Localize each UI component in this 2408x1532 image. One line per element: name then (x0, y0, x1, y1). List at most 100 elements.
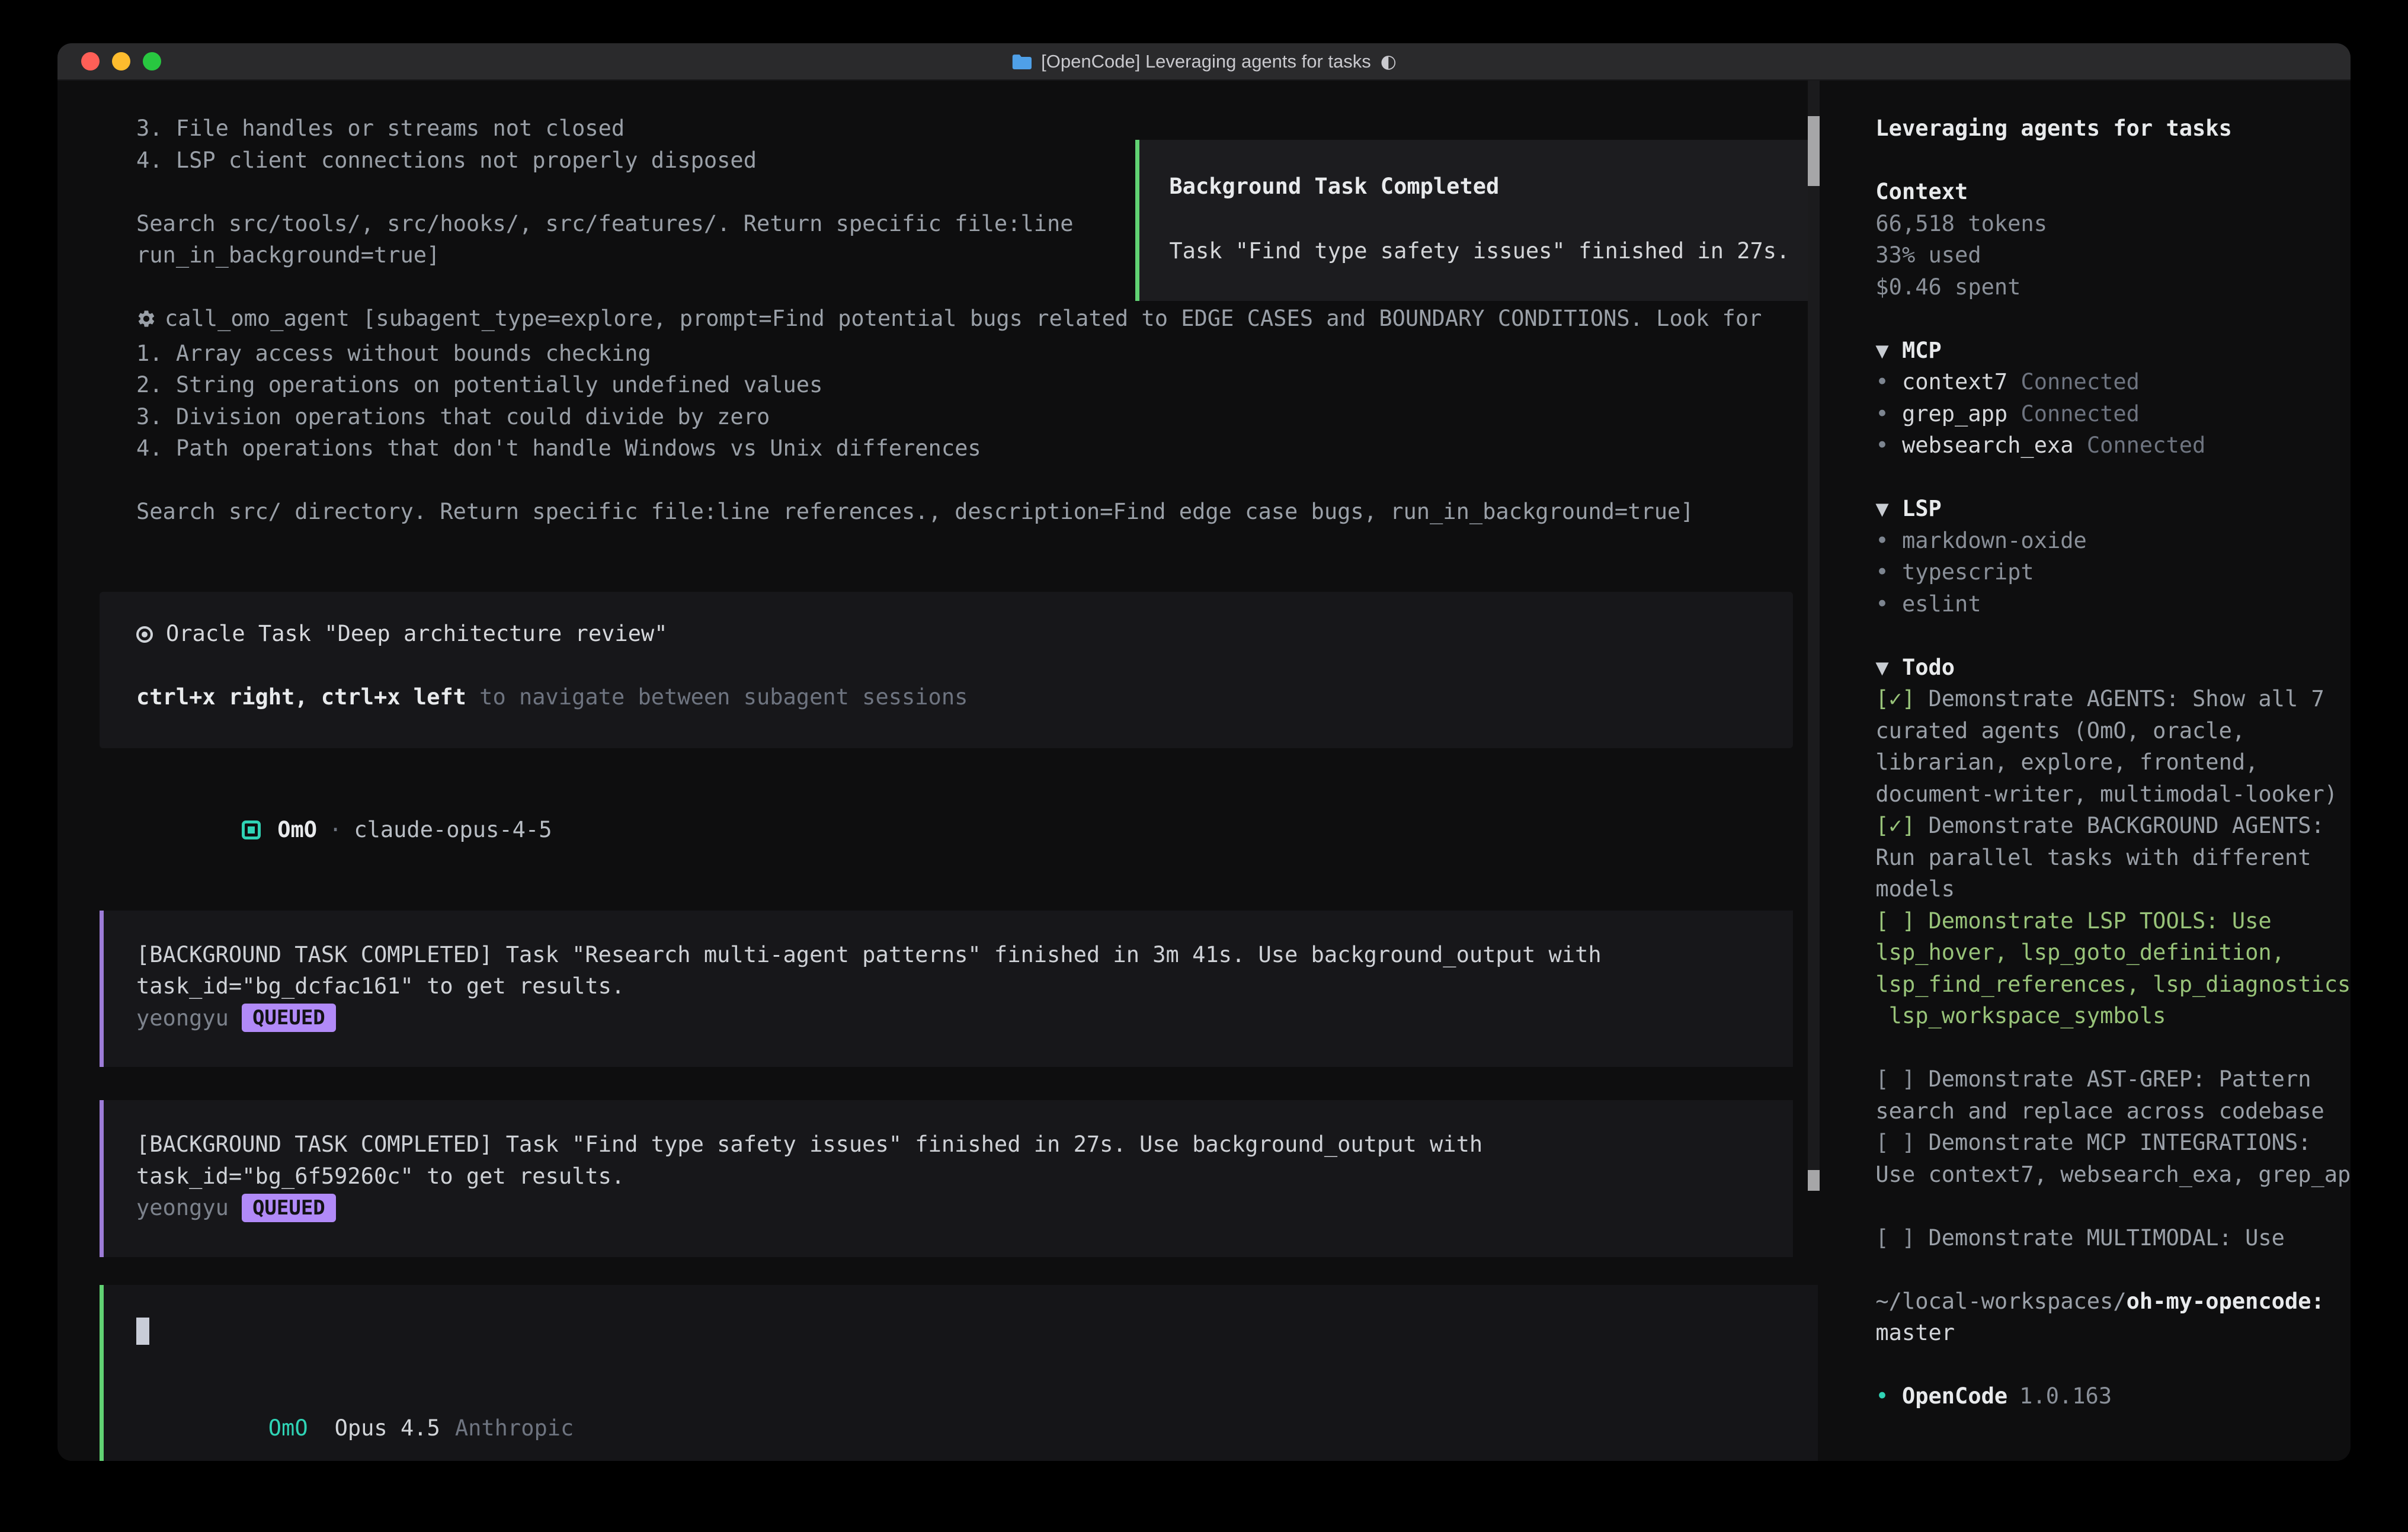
context-heading: Context (1875, 176, 2351, 208)
half-circle-icon: ◐ (1381, 51, 1397, 72)
prompt-input[interactable]: OmOOpus 4.5Anthropic (100, 1285, 1818, 1462)
close-button[interactable] (81, 52, 100, 70)
window-titlebar[interactable]: [OpenCode] Leveraging agents for tasks ◐ (57, 43, 2351, 81)
todo-item: [ ] Demonstrate MULTIMODAL: Use (1875, 1222, 2351, 1254)
conversation-pane: 3. File handles or streams not closed 4.… (57, 81, 1850, 1460)
version-line: • OpenCode 1.0.163 (1875, 1380, 2351, 1412)
todo-line: [ ] Demonstrate MULTIMODAL: Use (1875, 1222, 2351, 1254)
chevron-down-icon[interactable]: ▼ (1875, 496, 1888, 521)
active-agent-label[interactable]: OmO (268, 1415, 308, 1441)
zoom-button[interactable] (143, 52, 161, 70)
task-author: yeongyu (136, 1192, 229, 1224)
blank-line (1875, 1254, 2351, 1286)
mcp-item: • websearch_exa Connected (1875, 430, 2351, 461)
task-message-line: [BACKGROUND TASK COMPLETED] Task "Find t… (136, 1129, 1769, 1161)
background-task-card: [BACKGROUND TASK COMPLETED] Task "Resear… (100, 911, 1793, 1068)
context-spent: $0.46 spent (1875, 271, 2351, 303)
lsp-item: • eslint (1875, 588, 2351, 620)
agent-header: OmO · claude-opus-4-5 (136, 782, 1850, 877)
checkbox-empty-icon: [ ] (1875, 1066, 1915, 1092)
log-line: 4. Path operations that don't handle Win… (136, 432, 1762, 464)
mcp-item: • grep_app Connected (1875, 398, 2351, 430)
active-model-label[interactable]: Opus 4.5 (335, 1415, 440, 1441)
input-cursor-line[interactable] (136, 1315, 1794, 1347)
checkbox-empty-icon: [ ] (1875, 1130, 1915, 1155)
scrollbar-thumb[interactable] (1808, 116, 1820, 186)
status-badge: QUEUED (242, 1194, 336, 1222)
todo-line: lsp_workspace_symbols (1875, 1000, 2351, 1032)
window-title-area: [OpenCode] Leveraging agents for tasks ◐ (1011, 51, 1397, 72)
task-message-line: task_id="bg_6f59260c" to get results. (136, 1161, 1769, 1193)
opencode-window: [OpenCode] Leveraging agents for tasks ◐… (57, 43, 2351, 1461)
todo-item: [✓] Demonstrate BACKGROUND AGENTS: Run p… (1875, 810, 2351, 905)
scrollbar-end-block[interactable] (1808, 1170, 1820, 1191)
window-title: [OpenCode] Leveraging agents for tasks (1041, 51, 1371, 72)
lsp-section-header[interactable]: ▼ LSP (1875, 493, 2351, 525)
main-scrollbar[interactable] (1808, 81, 1820, 1191)
todo-item: [✓] Demonstrate AGENTS: Show all 7 curat… (1875, 683, 2351, 810)
separator-dot: · (329, 817, 342, 842)
traffic-lights (81, 52, 161, 70)
todo-line: models (1875, 873, 2351, 905)
bullet-icon: • (1875, 401, 1888, 427)
todo-line: [ ] Demonstrate MCP INTEGRATIONS: (1875, 1127, 2351, 1159)
checkbox-checked-icon: [✓] (1875, 813, 1915, 838)
folder-icon (1011, 53, 1032, 70)
task-author: yeongyu (136, 1002, 229, 1034)
background-task-toast[interactable]: Background Task Completed Task "Find typ… (1135, 140, 1818, 301)
log-line: 2. String operations on potentially unde… (136, 369, 1762, 401)
background-task-card: [BACKGROUND TASK COMPLETED] Task "Find t… (100, 1100, 1793, 1257)
bullet-icon: • (1875, 559, 1888, 585)
app-version: 1.0.163 (2019, 1383, 2112, 1409)
oracle-task-title: Oracle Task "Deep architecture review" (136, 618, 1769, 650)
lsp-item: • markdown-oxide (1875, 525, 2351, 557)
text-cursor (136, 1318, 149, 1345)
mcp-section-header[interactable]: ▼ MCP (1875, 335, 2351, 367)
agent-model: claude-opus-4-5 (354, 817, 552, 842)
tool-call-text: call_omo_agent [subagent_type=explore, p… (165, 306, 1762, 331)
chevron-down-icon[interactable]: ▼ (1875, 338, 1888, 363)
todo-item: [ ] Demonstrate MCP INTEGRATIONS: Use co… (1875, 1127, 2351, 1190)
bullet-icon: • (1875, 1383, 1888, 1409)
bullet-icon: • (1875, 591, 1888, 617)
log-blank-line (136, 464, 1762, 496)
todo-line: curated agents (OmO, oracle, (1875, 715, 2351, 747)
todo-section-header[interactable]: ▼ Todo (1875, 652, 2351, 684)
input-meta: OmOOpus 4.5Anthropic (136, 1380, 1794, 1461)
app-name: OpenCode (1902, 1383, 2007, 1409)
todo-line: lsp_find_references, lsp_diagnostics, (1875, 969, 2351, 1001)
todo-item-active: [ ] Demonstrate LSP TOOLS: Use lsp_hover… (1875, 905, 2351, 1032)
tool-call-line: call_omo_agent [subagent_type=explore, p… (136, 303, 1762, 338)
oracle-shortcut-hint: ctrl+x right, ctrl+x left to navigate be… (136, 681, 1769, 713)
minimize-button[interactable] (112, 52, 130, 70)
context-used: 33% used (1875, 239, 2351, 271)
todo-line: [ ] Demonstrate AST-GREP: Pattern (1875, 1063, 2351, 1095)
session-sidebar: Leveraging agents for tasks Context 66,5… (1850, 81, 2351, 1460)
toast-body: Task "Find type safety issues" finished … (1169, 235, 1788, 267)
workspace-path: ~/local-workspaces/oh-my-opencode: (1875, 1286, 2351, 1318)
blank-line (1875, 461, 2351, 493)
todo-line: [✓] Demonstrate AGENTS: Show all 7 (1875, 683, 2351, 715)
task-message-line: task_id="bg_dcfac161" to get results. (136, 970, 1769, 1002)
bullet-icon: • (1875, 528, 1888, 553)
blank-line (1875, 1349, 2351, 1381)
agent-name: OmO (277, 817, 317, 842)
checkbox-checked-icon: [✓] (1875, 686, 1915, 711)
context-tokens: 66,518 tokens (1875, 208, 2351, 240)
todo-line: [ ] Demonstrate LSP TOOLS: Use (1875, 905, 2351, 937)
oracle-task-card[interactable]: Oracle Task "Deep architecture review" c… (100, 592, 1793, 749)
log-line: 3. Division operations that could divide… (136, 401, 1762, 433)
chevron-down-icon[interactable]: ▼ (1875, 655, 1888, 680)
blank-line (1875, 145, 2351, 177)
todo-line: Run parallel tasks with different (1875, 842, 2351, 874)
checkbox-empty-icon: [ ] (1875, 908, 1915, 934)
task-footer: yeongyu QUEUED (136, 1192, 1769, 1224)
bullet-icon: • (1875, 369, 1888, 395)
todo-line: lsp_hover, lsp_goto_definition, (1875, 937, 2351, 969)
blank-line (1875, 620, 2351, 652)
session-title: Leveraging agents for tasks (1875, 113, 2351, 145)
task-footer: yeongyu QUEUED (136, 1002, 1769, 1034)
todo-line: document-writer, multimodal-looker) (1875, 778, 2351, 810)
checkbox-empty-icon: [ ] (1875, 1225, 1915, 1251)
spacer (1169, 203, 1788, 235)
